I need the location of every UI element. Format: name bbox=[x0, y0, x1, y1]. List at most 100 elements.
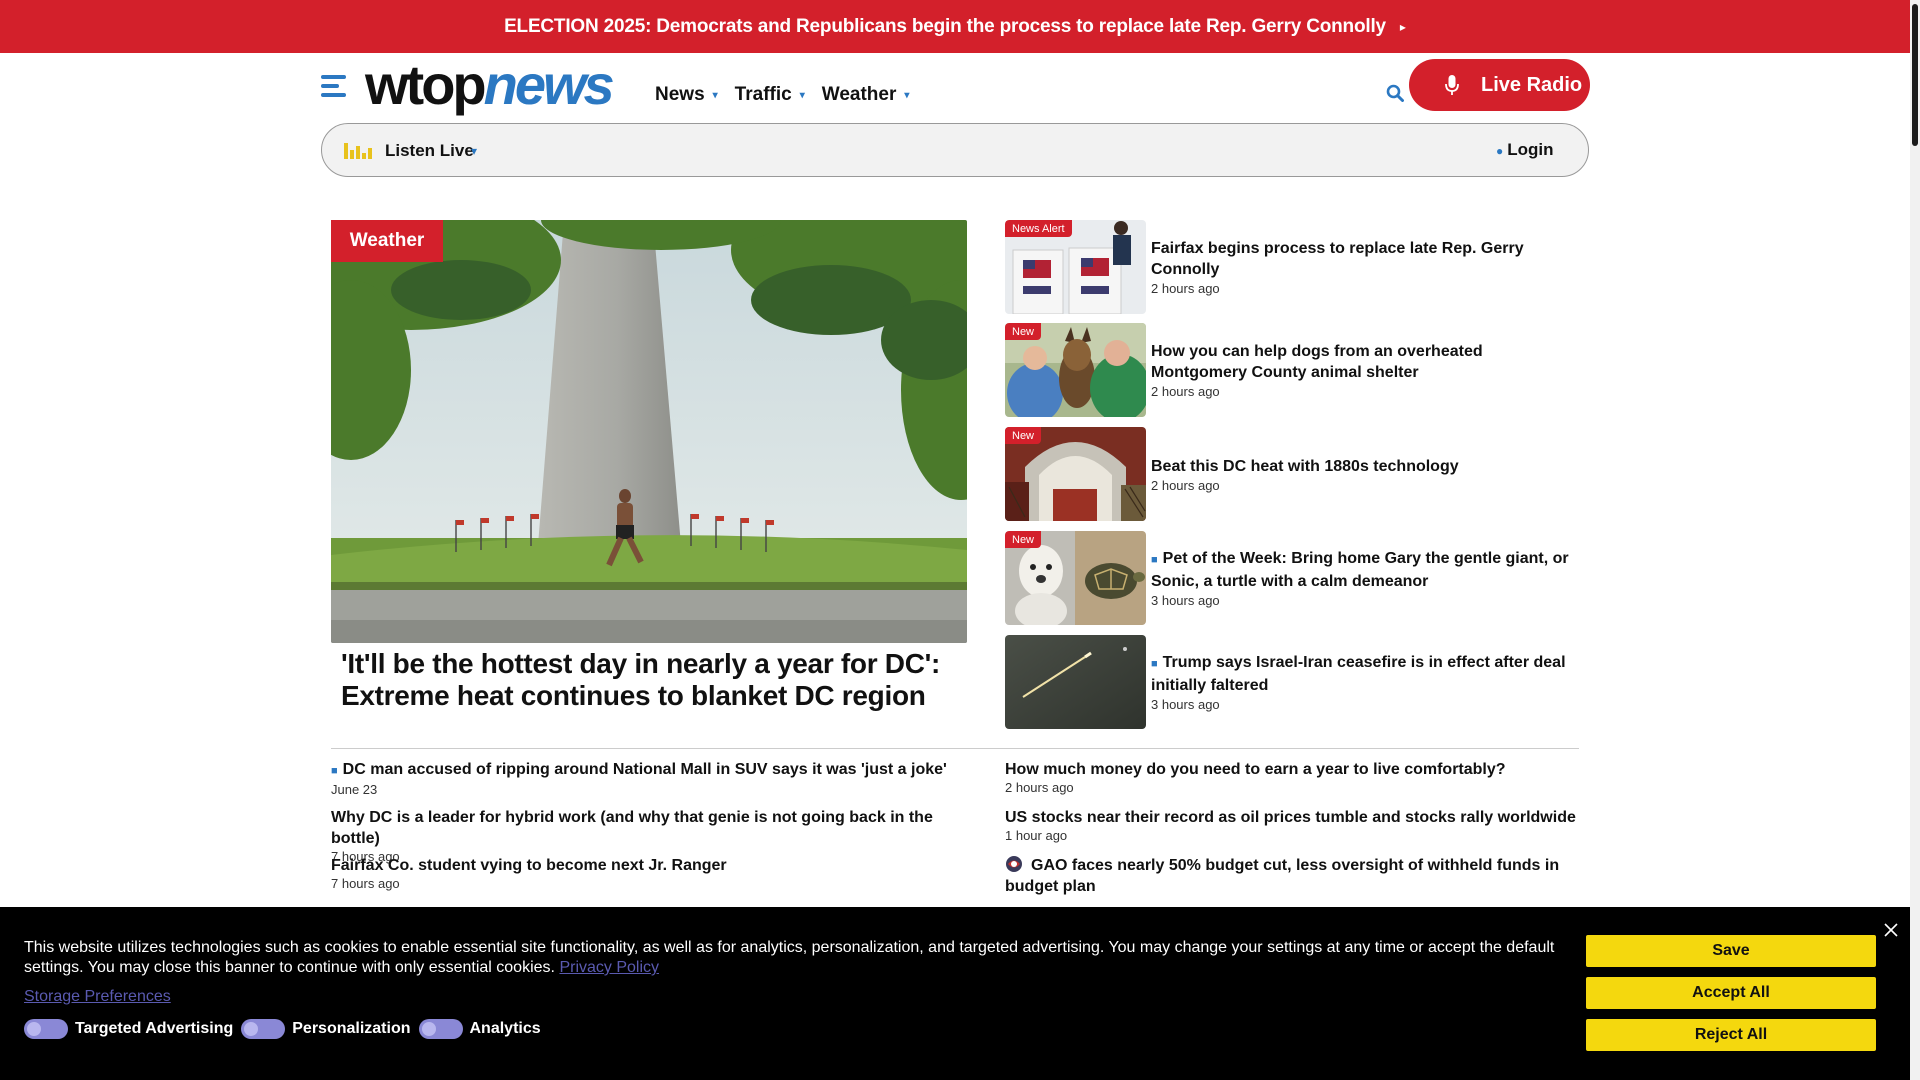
story-thumbnail[interactable]: New bbox=[1005, 427, 1146, 521]
side-story[interactable]: ■ Trump says Israel-Iran ceasefire is in … bbox=[1005, 635, 1580, 729]
story-title[interactable]: ■ Pet of the Week: Bring home Gary the ge… bbox=[1151, 548, 1581, 592]
list-item-time: 7 hours ago bbox=[331, 876, 400, 891]
list-item-title[interactable]: Why DC is a leader for hybrid work (and … bbox=[331, 807, 971, 849]
cookie-consent-banner: This website utilizes technologies such … bbox=[0, 907, 1910, 1080]
cookie-message: This website utilizes technologies such … bbox=[24, 938, 1564, 978]
privacy-policy-link[interactable]: Privacy Policy bbox=[559, 959, 659, 976]
list-item-title-text: DC man accused of ripping around Nationa… bbox=[342, 761, 947, 778]
list-item[interactable]: ■ DC man accused of ripping around Nation… bbox=[331, 759, 971, 797]
list-item[interactable]: How much money do you need to earn a yea… bbox=[1005, 759, 1580, 795]
wtop-news-logo[interactable]: wtopnews bbox=[365, 57, 615, 113]
targeted-advertising-toggle[interactable] bbox=[24, 1019, 68, 1039]
cookie-toggles: Targeted Advertising Personalization Ana… bbox=[24, 1019, 549, 1039]
story-text: How you can help dogs from an overheated… bbox=[1151, 323, 1581, 417]
nav-item-label: Traffic bbox=[734, 84, 792, 105]
reject-all-button[interactable]: Reject All bbox=[1586, 1019, 1876, 1051]
story-text: Beat this DC heat with 1880s technology … bbox=[1151, 427, 1581, 521]
login-label: Login bbox=[1507, 140, 1554, 159]
camera-icon: ■ bbox=[331, 765, 338, 777]
story-time: 2 hours ago bbox=[1151, 384, 1220, 399]
list-item-title[interactable]: How much money do you need to earn a yea… bbox=[1005, 759, 1580, 780]
camera-icon: ■ bbox=[1151, 554, 1158, 566]
story-thumbnail[interactable] bbox=[1005, 635, 1146, 729]
story-time: 2 hours ago bbox=[1151, 281, 1220, 296]
toggle-label: Analytics bbox=[469, 1020, 541, 1037]
microphone-icon bbox=[1445, 75, 1459, 95]
chevron-down-icon[interactable]: ▾ bbox=[471, 144, 477, 158]
toggle-label: Personalization bbox=[292, 1020, 411, 1037]
list-item-time: 1 hour ago bbox=[1005, 828, 1068, 843]
story-title[interactable]: How you can help dogs from an overheated… bbox=[1151, 341, 1581, 383]
user-icon: ● bbox=[1496, 144, 1504, 158]
hero-image[interactable] bbox=[331, 220, 967, 643]
list-item[interactable]: GAO faces nearly 50% budget cut, less ov… bbox=[1005, 855, 1580, 897]
story-badge: New bbox=[1005, 323, 1042, 340]
hero-headline[interactable]: 'It'll be the hottest day in nearly a ye… bbox=[341, 648, 961, 712]
story-title[interactable]: Beat this DC heat with 1880s technology bbox=[1151, 456, 1581, 477]
list-item-title[interactable]: GAO faces nearly 50% budget cut, less ov… bbox=[1005, 855, 1580, 897]
list-item-time: June 23 bbox=[331, 782, 378, 797]
scrollbar-thumb[interactable] bbox=[1912, 4, 1918, 146]
main-nav: News ▾ Traffic ▾ Weather ▾ bbox=[655, 84, 926, 106]
hamburger-icon[interactable] bbox=[321, 75, 346, 97]
chevron-right-icon: ▸ bbox=[1399, 19, 1406, 34]
chevron-down-icon: ▾ bbox=[904, 89, 910, 101]
story-time: 3 hours ago bbox=[1151, 697, 1220, 712]
nav-item-label: Weather bbox=[821, 84, 897, 105]
story-badge: New bbox=[1005, 427, 1042, 444]
nav-item-traffic[interactable]: Traffic ▾ bbox=[735, 84, 805, 106]
story-badge: News Alert bbox=[1005, 220, 1072, 237]
page-scrollbar[interactable] bbox=[1910, 0, 1920, 1080]
nav-item-news[interactable]: News ▾ bbox=[655, 84, 718, 106]
section-divider bbox=[331, 748, 1579, 749]
story-thumbnail[interactable]: News Alert bbox=[1005, 220, 1146, 314]
story-thumbnail[interactable]: New bbox=[1005, 323, 1146, 417]
story-time: 3 hours ago bbox=[1151, 593, 1220, 608]
list-item-title[interactable]: Fairfax Co. student vying to become next… bbox=[331, 855, 971, 876]
list-item-time: 2 hours ago bbox=[1005, 780, 1074, 795]
list-item-title-text: GAO faces nearly 50% budget cut, less ov… bbox=[1005, 857, 1560, 895]
story-time: 2 hours ago bbox=[1151, 477, 1220, 493]
save-button[interactable]: Save bbox=[1586, 935, 1876, 967]
listen-live-button[interactable]: Listen Live bbox=[385, 141, 474, 161]
story-text: ■ Pet of the Week: Bring home Gary the ge… bbox=[1151, 531, 1581, 625]
logo-news-text: news bbox=[483, 53, 615, 116]
nav-item-label: News bbox=[655, 84, 705, 105]
side-story[interactable]: New How you can help dogs from an overhe… bbox=[1005, 323, 1580, 417]
listen-live-bar: Listen Live ▾ ● Login bbox=[321, 123, 1589, 177]
story-badge: New bbox=[1005, 531, 1042, 548]
list-item[interactable]: US stocks near their record as oil price… bbox=[1005, 807, 1580, 843]
accept-all-button[interactable]: Accept All bbox=[1586, 977, 1876, 1009]
story-title-text: Pet of the Week: Bring home Gary the gen… bbox=[1151, 550, 1569, 590]
list-item-title[interactable]: US stocks near their record as oil price… bbox=[1005, 807, 1580, 828]
chevron-down-icon: ▾ bbox=[799, 89, 805, 101]
personalization-toggle[interactable] bbox=[241, 1019, 286, 1039]
story-text: Fairfax begins process to replace late R… bbox=[1151, 220, 1581, 314]
list-item-title[interactable]: ■ DC man accused of ripping around Nation… bbox=[331, 759, 971, 782]
search-icon[interactable] bbox=[1386, 84, 1404, 102]
storage-preferences-link[interactable]: Storage Preferences bbox=[24, 988, 171, 1006]
chevron-down-icon: ▾ bbox=[712, 89, 718, 101]
close-icon[interactable] bbox=[1882, 921, 1900, 939]
side-story[interactable]: New ■ Pet of the Week: Bring home Gary th… bbox=[1005, 531, 1580, 625]
video-icon: ■ bbox=[1151, 658, 1158, 670]
hero-category-tag[interactable]: Weather bbox=[331, 220, 443, 262]
source-logo-icon bbox=[1006, 856, 1022, 872]
cookie-message-text: This website utilizes technologies such … bbox=[24, 939, 1555, 976]
login-button[interactable]: ● Login bbox=[1496, 140, 1554, 160]
election-alert-text[interactable]: ELECTION 2025: Democrats and Republicans… bbox=[504, 16, 1386, 38]
story-text: ■ Trump says Israel-Iran ceasefire is in … bbox=[1151, 635, 1581, 729]
analytics-toggle[interactable] bbox=[418, 1019, 463, 1039]
live-radio-button[interactable]: Live Radio bbox=[1409, 59, 1590, 111]
story-title[interactable]: ■ Trump says Israel-Iran ceasefire is in … bbox=[1151, 652, 1581, 696]
side-story[interactable]: News Alert Fairfax begins process to rep… bbox=[1005, 220, 1580, 314]
election-alert-banner[interactable]: ELECTION 2025: Democrats and Republicans… bbox=[0, 0, 1910, 53]
story-title-text: Trump says Israel-Iran ceasefire is in e… bbox=[1151, 654, 1566, 694]
story-title[interactable]: Fairfax begins process to replace late R… bbox=[1151, 238, 1581, 280]
side-story[interactable]: New Beat this DC heat with 1880s technol… bbox=[1005, 427, 1580, 521]
story-thumbnail[interactable]: New bbox=[1005, 531, 1146, 625]
nav-item-weather[interactable]: Weather ▾ bbox=[822, 84, 910, 106]
toggle-label: Targeted Advertising bbox=[75, 1020, 234, 1037]
list-item[interactable]: Fairfax Co. student vying to become next… bbox=[331, 855, 971, 891]
page: ELECTION 2025: Democrats and Republicans… bbox=[0, 0, 1920, 1080]
